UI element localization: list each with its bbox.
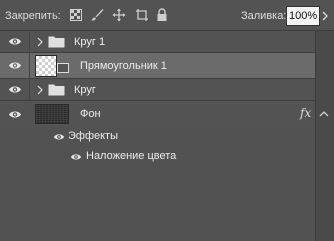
visibility-toggle[interactable] <box>0 53 30 78</box>
effect-item[interactable]: Наложение цвета <box>0 147 315 167</box>
visibility-toggle[interactable] <box>0 101 30 127</box>
fill-dropdown-chevron-icon[interactable] <box>321 10 331 22</box>
artboard-autonest-icon[interactable] <box>134 7 150 23</box>
folder-icon <box>48 83 65 99</box>
eye-icon <box>8 86 21 93</box>
fill-opacity-input[interactable] <box>286 6 320 26</box>
lock-label: Закрепить: <box>5 10 61 22</box>
layers-lock-toolbar: Закрепить: Заливка: <box>0 0 334 31</box>
lock-position-icon[interactable] <box>111 7 127 23</box>
effect-name: Наложение цвета <box>86 150 177 162</box>
eye-icon[interactable] <box>53 132 65 144</box>
layer-row-background[interactable]: Фон fx <box>0 101 315 127</box>
eye-icon <box>9 111 21 117</box>
eye-icon <box>8 62 21 69</box>
layer-name: Фон <box>80 108 101 120</box>
fx-icon[interactable]: fx <box>300 106 311 120</box>
effects-label: Эффекты <box>68 130 119 142</box>
effects-row[interactable]: Эффекты <box>0 127 315 147</box>
chevron-right-icon[interactable] <box>36 85 44 95</box>
layer-row-group[interactable]: Круг 1 <box>0 31 315 53</box>
visibility-toggle[interactable] <box>0 31 30 52</box>
visibility-toggle[interactable] <box>0 79 30 100</box>
chevron-up-icon[interactable] <box>318 109 330 119</box>
eye-icon[interactable] <box>70 152 82 164</box>
layer-name: Прямоугольник 1 <box>80 60 167 72</box>
eye-icon <box>8 38 21 45</box>
scrollbar[interactable] <box>315 31 334 241</box>
layer-thumbnail <box>35 104 69 124</box>
lock-all-icon[interactable] <box>154 7 170 23</box>
layer-name: Круг 1 <box>74 36 106 48</box>
lock-image-pixels-icon[interactable] <box>89 7 105 23</box>
layers-list: Круг 1 Прямоугольник 1 Круг Фон fx Эффек… <box>0 31 334 241</box>
layer-row-group[interactable]: Круг <box>0 79 315 101</box>
fill-label: Заливка: <box>241 10 287 22</box>
lock-transparent-pixels-icon[interactable] <box>68 7 84 23</box>
vector-mask-thumbnail[interactable] <box>57 63 69 73</box>
chevron-right-icon[interactable] <box>36 37 44 47</box>
layer-row-shape[interactable]: Прямоугольник 1 <box>0 53 315 79</box>
layer-thumbnail <box>35 55 57 77</box>
layer-name: Круг <box>74 84 96 96</box>
folder-icon <box>48 35 65 51</box>
